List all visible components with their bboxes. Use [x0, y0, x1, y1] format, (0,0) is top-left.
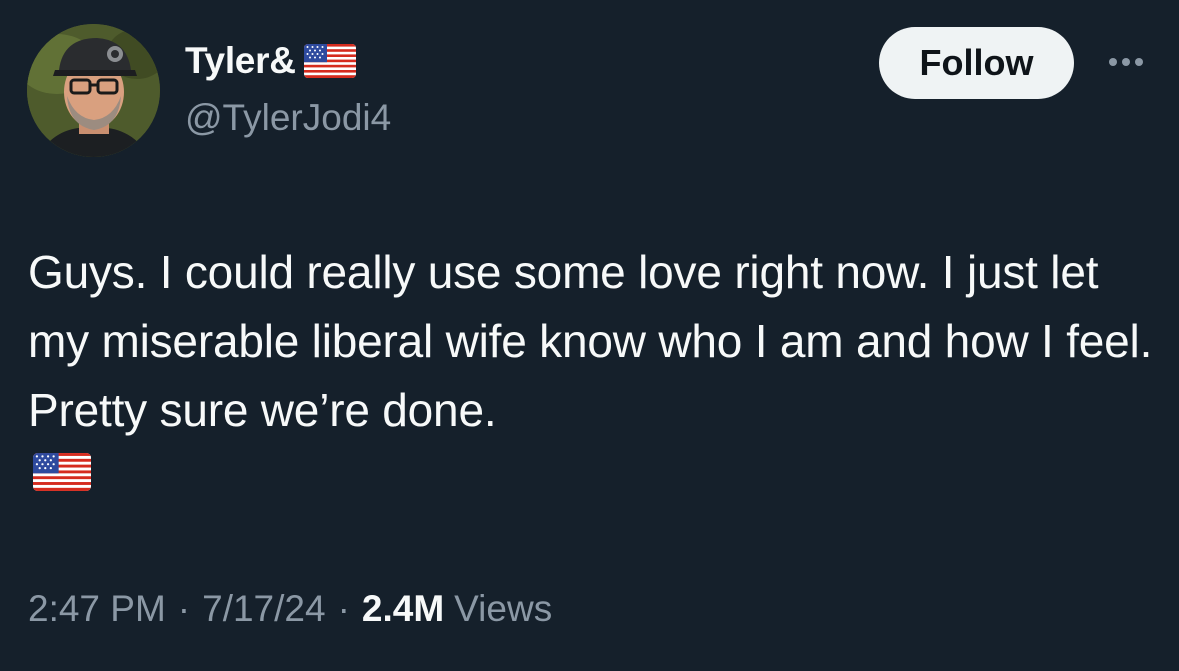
author-handle[interactable]: @TylerJodi4 — [185, 97, 391, 139]
views-label: Views — [454, 588, 553, 629]
author-display-name[interactable]: Tyler& — [185, 40, 296, 82]
avatar[interactable] — [27, 24, 160, 157]
avatar-photo — [27, 24, 160, 157]
meta-separator: · — [337, 588, 350, 629]
us-flag-icon — [33, 453, 91, 491]
views-count: 2.4M — [361, 588, 445, 629]
tweet-card: Tyler& @TylerJodi4 Follow Guys. I could … — [0, 0, 1179, 671]
meta-separator: · — [177, 588, 191, 629]
follow-button[interactable]: Follow — [879, 27, 1074, 99]
tweet-date[interactable]: 7/17/24 — [202, 588, 325, 630]
us-flag-icon — [303, 44, 356, 78]
author-name-row[interactable]: Tyler& — [185, 40, 356, 82]
tweet-time[interactable]: 2:47 PM — [28, 588, 166, 630]
more-options-icon[interactable] — [1100, 44, 1152, 80]
tweet-meta: 2:47 PM · 7/17/24 · 2.4M Views — [28, 588, 552, 630]
tweet-text: Guys. I could really use some love right… — [28, 246, 1153, 436]
